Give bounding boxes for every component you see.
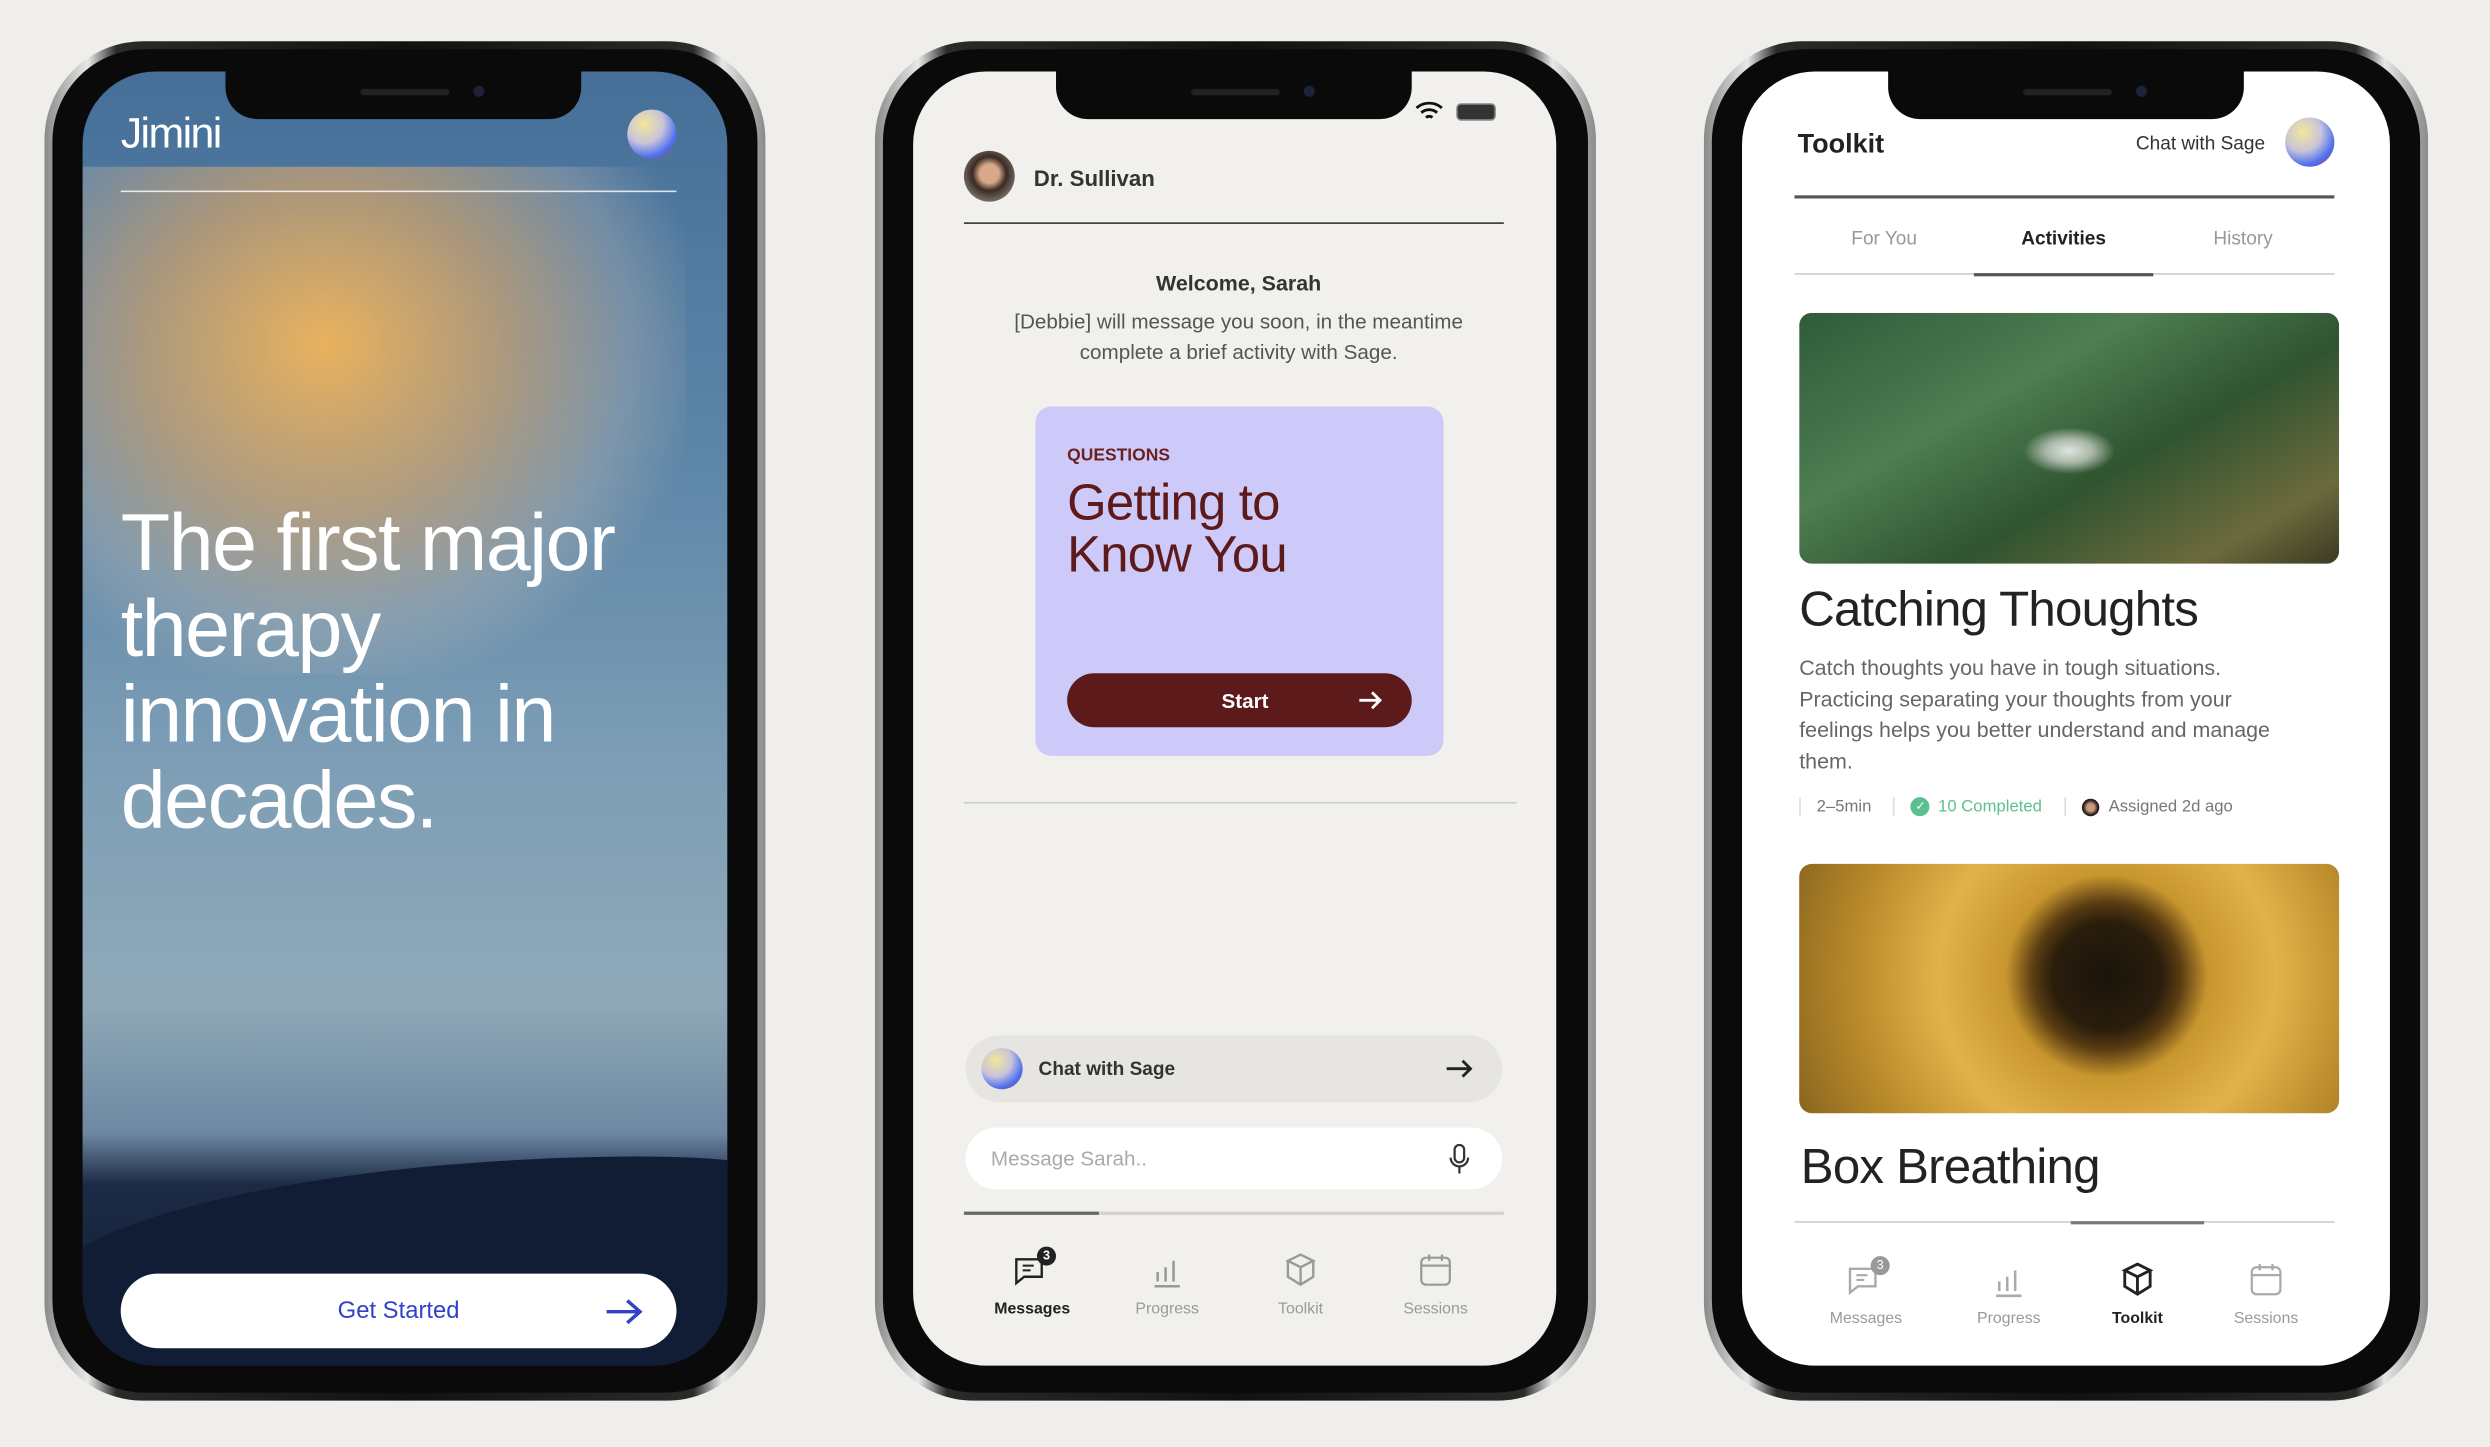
welcome-screen: Jimini The first major therapy innovatio… — [82, 71, 728, 1366]
phone-1: Jimini The first major therapy innovatio… — [44, 41, 766, 1401]
start-button[interactable]: Start — [1067, 673, 1412, 728]
activity-image-leaf[interactable] — [1799, 312, 2340, 564]
bar-chart-icon — [1154, 1260, 1180, 1288]
nav-sessions[interactable]: Sessions — [2210, 1259, 2321, 1328]
divider — [963, 801, 1517, 804]
nav-sessions[interactable]: Sessions — [1380, 1250, 1491, 1318]
scroll-indicator — [1794, 1221, 2335, 1225]
nav-messages[interactable]: 3 Messages — [977, 1246, 1088, 1318]
bar-chart-icon — [1996, 1270, 2022, 1298]
chat-with-sage-link[interactable]: Chat with Sage — [2136, 132, 2265, 154]
tab-history[interactable]: History — [2153, 227, 2332, 249]
card-eyebrow: QUESTIONS — [1067, 446, 1171, 466]
phone-3: Toolkit Chat with Sage For You Activitie… — [1703, 41, 2429, 1401]
sage-orb-icon — [981, 1048, 1023, 1090]
therapist-avatar — [963, 150, 1015, 202]
sage-orb-icon[interactable] — [627, 109, 677, 159]
card-title: Getting to Know You — [1067, 473, 1288, 583]
welcome-text: complete a brief activity with Sage. — [1079, 339, 1398, 364]
phone-2: Dr. Sullivan Welcome, Sarah [Debbie] wil… — [874, 41, 1596, 1401]
app-logo: Jimini — [120, 109, 223, 158]
activity-meta: 2–5min ✓ 10 Completed Assigned 2d ago — [1799, 794, 2249, 819]
divider — [120, 190, 677, 193]
calendar-icon — [2250, 1264, 2282, 1296]
arrow-right-icon — [1446, 1059, 1473, 1078]
messages-screen: Dr. Sullivan Welcome, Sarah [Debbie] wil… — [913, 71, 1557, 1366]
battery-icon — [1456, 103, 1496, 121]
divider — [963, 222, 1504, 224]
scroll-indicator — [963, 1211, 1504, 1215]
page-title: Toolkit — [1797, 128, 1885, 159]
calendar-icon — [1420, 1254, 1451, 1286]
message-input[interactable]: Message Sarah.. — [965, 1127, 1503, 1190]
activity-card[interactable]: QUESTIONS Getting to Know You Start — [1035, 406, 1444, 756]
headline: The first major therapy innovation in de… — [120, 497, 616, 845]
arrow-right-icon — [1359, 691, 1382, 710]
nav-toolkit[interactable]: Toolkit — [1245, 1250, 1356, 1318]
sage-orb-icon[interactable] — [2285, 117, 2335, 167]
nav-toolkit[interactable]: Toolkit — [2082, 1259, 2193, 1328]
activity-description: Catch thoughts you have in tough situati… — [1799, 655, 2270, 774]
unread-badge: 3 — [1870, 1256, 1890, 1276]
cube-icon — [2121, 1262, 2154, 1296]
welcome-title: Welcome, Sarah — [1156, 271, 1322, 296]
check-circle-icon: ✓ — [1911, 797, 1931, 817]
chat-with-sage-button[interactable]: Chat with Sage — [965, 1035, 1503, 1103]
nav-progress[interactable]: Progress — [1953, 1259, 2064, 1328]
nav-messages[interactable]: 3 Messages — [1810, 1256, 1921, 1328]
microphone-icon[interactable] — [1448, 1143, 1470, 1175]
tab-activities[interactable]: Activities — [1974, 227, 2153, 249]
get-started-button[interactable]: Get Started — [120, 1273, 677, 1349]
cube-icon — [1285, 1253, 1316, 1287]
tab-underline — [1794, 273, 2335, 277]
therapist-avatar — [2081, 797, 2100, 816]
divider — [1794, 195, 2335, 199]
activity-image-flower[interactable] — [1799, 863, 2340, 1114]
nav-progress[interactable]: Progress — [1112, 1250, 1223, 1318]
activity-title[interactable]: Box Breathing — [1801, 1139, 2101, 1196]
welcome-text: [Debbie] will message you soon, in the m… — [1014, 309, 1463, 334]
tab-for-you[interactable]: For You — [1794, 227, 1973, 249]
arrow-right-icon — [606, 1299, 643, 1325]
toolkit-screen: Toolkit Chat with Sage For You Activitie… — [1742, 71, 2390, 1366]
unread-badge: 3 — [1036, 1246, 1057, 1266]
wifi-icon — [1415, 101, 1443, 119]
activity-title[interactable]: Catching Thoughts — [1799, 581, 2199, 638]
therapist-name: Dr. Sullivan — [1033, 165, 1155, 191]
